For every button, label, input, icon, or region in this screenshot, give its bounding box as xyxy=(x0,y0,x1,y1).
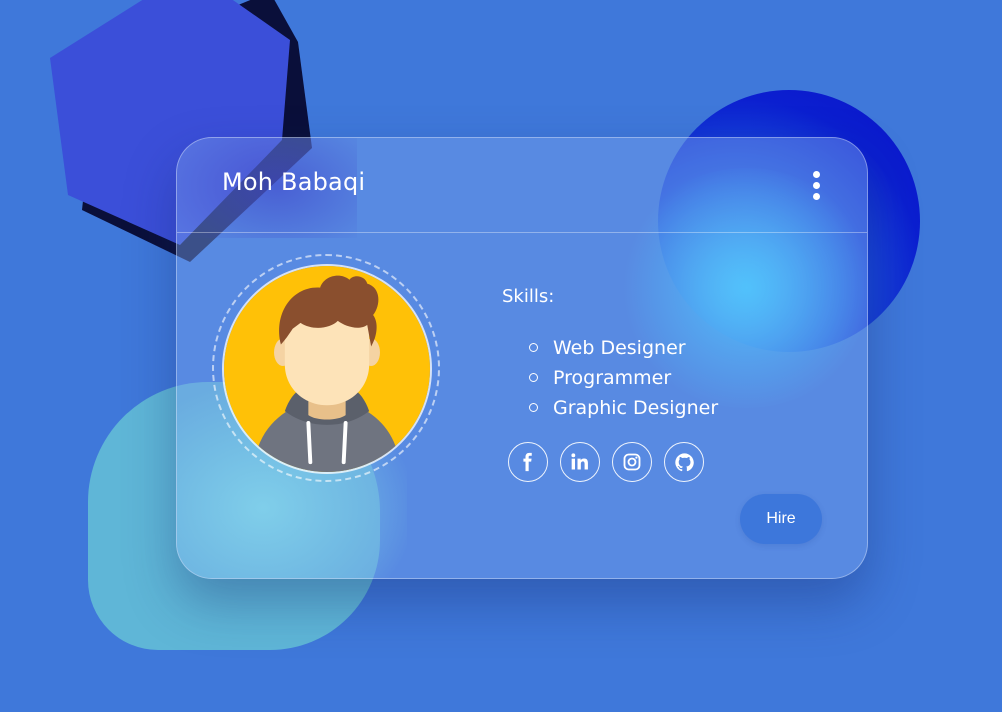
instagram-icon xyxy=(623,453,641,471)
linkedin-icon xyxy=(571,453,588,470)
profile-name: Moh Babaqi xyxy=(222,168,366,196)
linkedin-button[interactable] xyxy=(560,442,600,482)
skill-item: Web Designer xyxy=(527,334,718,364)
avatar xyxy=(222,264,432,474)
skill-label: Web Designer xyxy=(553,337,686,359)
card-header: Moh Babaqi xyxy=(177,138,867,233)
bullet-icon xyxy=(529,343,538,352)
instagram-button[interactable] xyxy=(612,442,652,482)
github-button[interactable] xyxy=(664,442,704,482)
skill-item: Graphic Designer xyxy=(527,394,718,424)
hire-button[interactable]: Hire xyxy=(740,494,822,544)
profile-card: Moh Babaqi Skills: Web Designer Programm… xyxy=(176,137,868,579)
github-icon xyxy=(674,452,694,471)
skill-label: Programmer xyxy=(553,367,672,389)
skills-label: Skills: xyxy=(502,286,555,307)
scene: Moh Babaqi Skills: Web Designer Programm… xyxy=(0,0,1002,712)
bullet-icon xyxy=(529,373,538,382)
bullet-icon xyxy=(529,403,538,412)
skills-list: Web Designer Programmer Graphic Designer xyxy=(527,334,718,424)
skill-item: Programmer xyxy=(527,364,718,394)
kebab-menu-icon[interactable] xyxy=(805,171,829,201)
skill-label: Graphic Designer xyxy=(553,397,719,419)
facebook-button[interactable] xyxy=(508,442,548,482)
facebook-icon xyxy=(523,452,532,472)
user-avatar-illustration xyxy=(224,266,430,472)
